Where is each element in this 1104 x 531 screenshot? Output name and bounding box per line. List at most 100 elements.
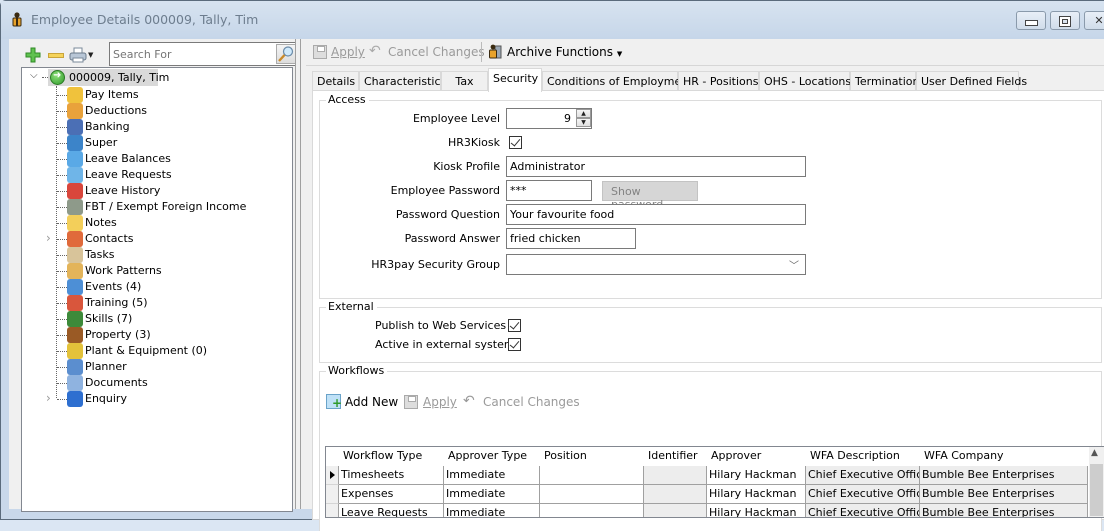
table-cell[interactable]: Hilary Hackman <box>707 466 806 485</box>
collapse-chevron-icon[interactable]: ⌵ <box>30 70 38 81</box>
scroll-thumb[interactable] <box>1090 464 1103 516</box>
minimize-button[interactable] <box>1016 11 1046 30</box>
tree-item[interactable]: Skills (7) <box>46 311 286 327</box>
column-header[interactable]: WFA Company <box>920 449 1004 462</box>
tab-conditions-of-employment[interactable]: Conditions of Employment <box>542 71 693 91</box>
column-header[interactable]: WFA Description <box>806 449 900 462</box>
title-bar[interactable]: Employee Details 000009, Tally, Tim ✕ <box>1 1 1104 39</box>
tree-item[interactable]: › Enquiry <box>46 391 286 407</box>
tab-hr-positions[interactable]: HR - Positions <box>678 71 759 91</box>
tree-item[interactable]: Plant & Equipment (0) <box>46 343 286 359</box>
row-indicator[interactable] <box>326 485 339 504</box>
print-dropdown-arrow[interactable]: ▼ <box>88 51 93 59</box>
table-cell[interactable]: Leave Requests <box>339 504 444 517</box>
tree-item[interactable]: Planner <box>46 359 286 375</box>
plus-icon[interactable] <box>25 47 41 63</box>
employee-level-stepper[interactable]: 9 ▲ ▼ <box>506 108 592 129</box>
table-cell[interactable]: Bumble Bee Enterprises <box>920 504 1088 517</box>
scroll-up-icon[interactable]: ▲ <box>1091 448 1098 458</box>
increment-button[interactable]: ▲ <box>576 109 591 118</box>
tree-item[interactable]: Events (4) <box>46 279 286 295</box>
table-row[interactable]: Timesheets Immediate Hilary Hackman Chief E… <box>326 466 1091 485</box>
publish-web-services-checkbox[interactable] <box>508 319 521 332</box>
kiosk-profile-field[interactable]: Administrator <box>506 156 806 177</box>
table-cell[interactable] <box>644 485 707 504</box>
table-cell[interactable]: Chief Executive Officer <box>806 466 920 485</box>
tab-termination[interactable]: Termination <box>850 71 920 91</box>
close-button[interactable]: ✕ <box>1084 11 1104 30</box>
tree-item[interactable]: Work Patterns <box>46 263 286 279</box>
table-cell[interactable] <box>540 485 644 504</box>
show-password-button[interactable]: Show password <box>602 181 698 211</box>
table-cell[interactable]: Hilary Hackman <box>707 485 806 504</box>
decrement-button[interactable]: ▼ <box>576 118 591 127</box>
cancel-changes-button[interactable]: Cancel Changes <box>388 45 485 59</box>
table-cell[interactable] <box>644 504 707 517</box>
tree-item[interactable]: Property (3) <box>46 327 286 343</box>
table-cell[interactable]: Bumble Bee Enterprises <box>920 466 1088 485</box>
column-header[interactable]: Approver <box>707 449 761 462</box>
column-header[interactable]: Identifier <box>644 449 698 462</box>
expand-chevron-icon[interactable]: › <box>46 391 51 405</box>
employee-password-field[interactable]: *** <box>506 180 592 201</box>
workflow-cancel-changes-button[interactable]: Cancel Changes <box>483 395 580 409</box>
table-row[interactable]: Leave Requests Immediate Hilary Hackman Chi… <box>326 504 1091 517</box>
table-cell[interactable]: Immediate <box>444 485 540 504</box>
tree-item[interactable]: Documents <box>46 375 286 391</box>
tree-item[interactable]: Super <box>46 135 286 151</box>
tab-user-defined-fields[interactable]: User Defined Fields <box>916 71 1027 91</box>
tree-item[interactable]: › Contacts <box>46 231 286 247</box>
add-new-button[interactable]: Add New <box>345 395 398 409</box>
tab-details[interactable]: Details <box>312 71 359 91</box>
search-button[interactable] <box>276 44 296 64</box>
maximize-button[interactable] <box>1050 11 1080 30</box>
tab-security[interactable]: Security <box>488 68 542 92</box>
tree-item[interactable]: FBT / Exempt Foreign Income <box>46 199 286 215</box>
archive-functions-menu[interactable]: Archive Functions ▼ <box>507 45 622 59</box>
table-cell[interactable]: Hilary Hackman <box>707 504 806 517</box>
tree-item[interactable]: Training (5) <box>46 295 286 311</box>
vertical-scrollbar[interactable]: ▲ <box>1089 447 1104 517</box>
tree-item[interactable]: Deductions <box>46 103 286 119</box>
hr3kiosk-checkbox[interactable] <box>509 136 522 149</box>
table-cell[interactable] <box>540 504 644 517</box>
password-answer-field[interactable]: fried chicken <box>506 228 636 249</box>
apply-button[interactable]: Apply <box>331 45 365 59</box>
tree-item[interactable]: Notes <box>46 215 286 231</box>
tree-item[interactable]: Leave Requests <box>46 167 286 183</box>
password-question-field[interactable]: Your favourite food <box>506 204 806 225</box>
tree-item[interactable]: Banking <box>46 119 286 135</box>
search-input[interactable] <box>111 44 273 64</box>
table-cell[interactable] <box>540 466 644 485</box>
tree-item[interactable]: Leave History <box>46 183 286 199</box>
security-group-select[interactable]: ﹀ <box>506 254 806 275</box>
tree-item[interactable]: Tasks <box>46 247 286 263</box>
row-indicator[interactable] <box>326 504 339 517</box>
table-cell[interactable] <box>644 466 707 485</box>
column-header[interactable]: Position <box>540 449 587 462</box>
tree-item[interactable]: Pay Items <box>46 87 286 103</box>
expand-chevron-icon[interactable]: › <box>46 231 51 245</box>
printer-icon[interactable] <box>69 47 87 63</box>
table-cell[interactable]: Expenses <box>339 485 444 504</box>
minus-icon[interactable] <box>48 53 64 58</box>
pane-splitter[interactable] <box>295 39 301 509</box>
active-external-checkbox[interactable] <box>508 338 521 351</box>
tab-characteristics[interactable]: Characteristics <box>359 71 446 91</box>
table-cell[interactable]: Chief Executive Officer <box>806 485 920 504</box>
table-cell[interactable]: Bumble Bee Enterprises <box>920 485 1088 504</box>
tab-tax[interactable]: Tax <box>441 71 488 91</box>
tab-ohs-locations[interactable]: OHS - Locations <box>759 71 851 91</box>
workflow-apply-button[interactable]: Apply <box>423 395 457 409</box>
table-cell[interactable]: Immediate <box>444 466 540 485</box>
column-header[interactable]: Approver Type <box>444 449 527 462</box>
row-indicator[interactable] <box>326 466 339 485</box>
column-header[interactable]: Workflow Type <box>339 449 422 462</box>
tree-item[interactable]: Leave Balances <box>46 151 286 167</box>
table-cell[interactable]: Immediate <box>444 504 540 517</box>
table-cell[interactable]: Chief Executive Officer <box>806 504 920 517</box>
table-row[interactable]: Expenses Immediate Hilary Hackman Chief Exe… <box>326 485 1091 504</box>
employee-tree[interactable]: ⌵ 000009, Tally, Tim Pay Items Deductions… <box>21 67 293 512</box>
table-cell[interactable]: Timesheets <box>339 466 444 485</box>
tree-connector <box>57 191 67 192</box>
